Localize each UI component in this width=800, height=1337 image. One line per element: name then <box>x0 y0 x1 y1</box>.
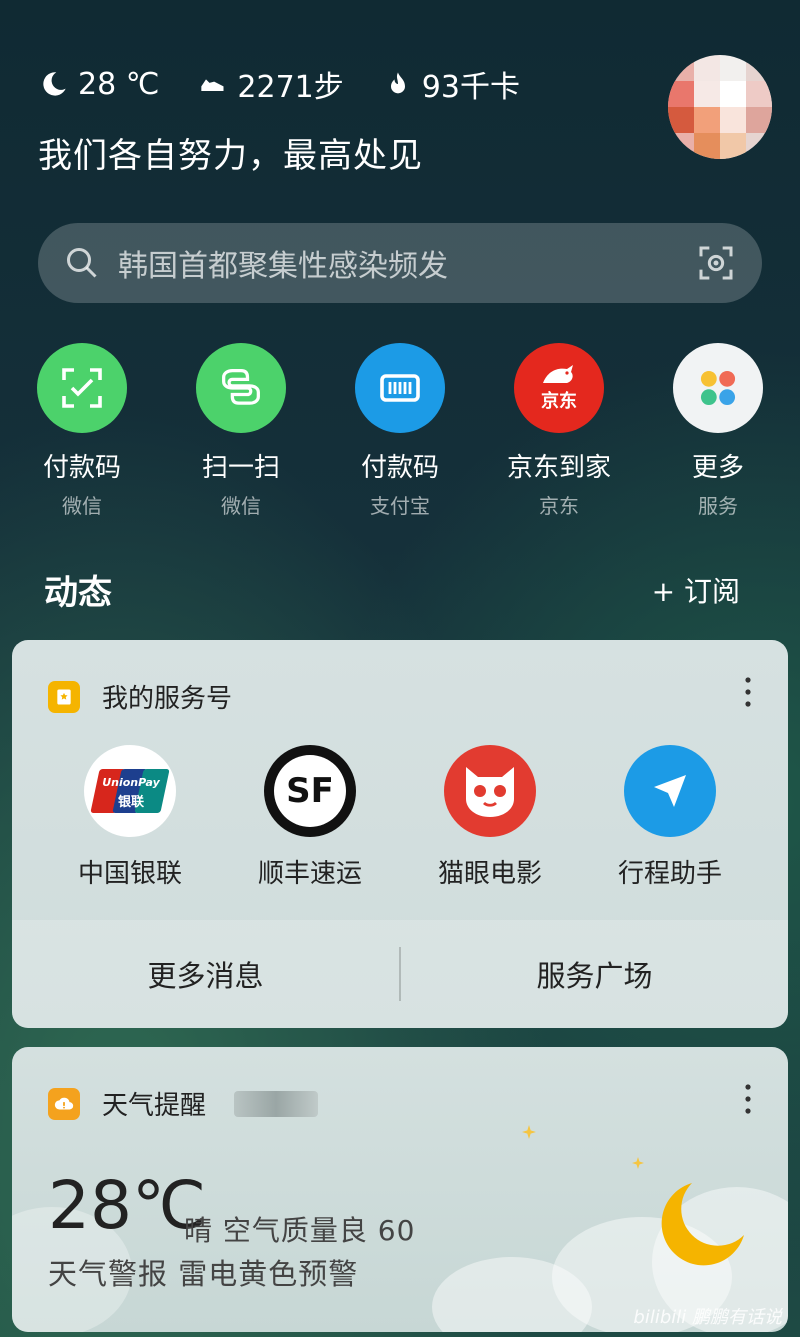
steps-stat[interactable]: 2271步 <box>199 62 344 106</box>
service-card-footer: 更多消息 服务广场 <box>12 920 788 1028</box>
unionpay-icon: UnionPay 银联 <box>84 745 176 837</box>
service-label: 中国银联 <box>77 859 182 889</box>
maoyan-icon <box>444 745 536 837</box>
moon-illustration-icon <box>661 1183 744 1266</box>
watermark: bilibili 鹏鹏有话说 <box>633 1307 782 1328</box>
jd-badge-text: 京东 <box>541 391 577 412</box>
quick-action-more[interactable]: 更多 服务 <box>638 343 798 519</box>
subscribe-button[interactable]: + 订阅 <box>652 570 740 610</box>
motto-text: 我们各自努力，最高处见 <box>38 136 423 176</box>
service-unionpay[interactable]: UnionPay 银联 中国银联 <box>40 745 220 890</box>
weather-card-header: 天气提醒 <box>48 1085 319 1122</box>
wechat-scan-icon <box>196 343 286 433</box>
shoe-icon <box>201 79 224 91</box>
service-plaza-button[interactable]: 服务广场 <box>401 953 788 995</box>
service-label: 顺丰速运 <box>257 859 362 889</box>
unionpay-logo-cn: 银联 <box>117 795 144 810</box>
weather-alert-icon <box>48 1087 80 1120</box>
search-placeholder: 韩国首都聚集性感染频发 <box>118 249 448 284</box>
weather-alert-text: 天气警报 雷电黄色预警 <box>48 1257 359 1291</box>
quick-action-label: 付款码 <box>360 453 439 483</box>
wechat-pay-code-icon <box>37 343 127 433</box>
quick-action-jd[interactable]: 京东 京东到家 京东 <box>479 343 639 519</box>
jd-icon: 京东 <box>514 343 604 433</box>
service-trip-assistant[interactable]: 行程助手 <box>580 745 760 890</box>
flame-icon <box>390 72 405 94</box>
calories-count: 93千卡 <box>421 70 520 105</box>
quick-action-wechat-scan[interactable]: 扫一扫 微信 <box>161 343 321 519</box>
quick-action-sub: 京东 <box>539 494 579 518</box>
star-icon <box>632 1157 644 1169</box>
quick-action-sub: 服务 <box>698 494 738 518</box>
quick-action-label: 京东到家 <box>506 453 611 483</box>
quick-action-sub: 微信 <box>62 494 102 518</box>
service-card: 我的服务号 UnionPay 银联 中国银联 SF 顺丰速运 猫眼电影 行程助手… <box>12 640 788 1028</box>
service-label: 猫眼电影 <box>437 859 542 889</box>
alipay-pay-code-icon <box>355 343 445 433</box>
search-bar[interactable]: 韩国首都聚集性感染频发 <box>38 223 762 303</box>
weather-card[interactable]: 天气提醒 28℃ 晴 空气质量良 60 天气警报 雷电黄色预警 <box>12 1047 788 1332</box>
service-card-header: 我的服务号 <box>48 678 232 715</box>
sf-express-icon: SF <box>264 745 356 837</box>
weather-stat[interactable]: 28 ℃ <box>40 67 159 102</box>
unionpay-logo-text: UnionPay <box>102 776 160 789</box>
scan-camera-icon[interactable] <box>696 243 736 283</box>
search-icon <box>67 248 97 278</box>
quick-action-label: 更多 <box>691 453 744 483</box>
weather-condition: 晴 空气质量良 60 <box>184 1214 416 1247</box>
more-options-icon[interactable] <box>738 1079 758 1119</box>
steps-count: 2271步 <box>237 70 344 105</box>
moon-icon <box>43 72 66 96</box>
service-account-icon <box>48 680 80 713</box>
service-card-title: 我的服务号 <box>102 684 233 714</box>
more-messages-button[interactable]: 更多消息 <box>12 953 399 995</box>
blurred-location <box>234 1090 319 1117</box>
calories-stat[interactable]: 93千卡 <box>384 62 520 106</box>
trip-assistant-icon <box>624 745 716 837</box>
quick-action-sub: 支付宝 <box>370 494 430 518</box>
more-options-icon[interactable] <box>738 672 758 712</box>
avatar[interactable] <box>668 55 772 159</box>
quick-action-wechat-pay[interactable]: 付款码 微信 <box>2 343 162 519</box>
feed-title: 动态 <box>44 573 112 613</box>
quick-action-label: 付款码 <box>42 453 121 483</box>
service-maoyan[interactable]: 猫眼电影 <box>400 745 580 890</box>
weather-card-title: 天气提醒 <box>102 1091 207 1121</box>
status-row: 28 ℃ 2271步 93千卡 <box>40 62 520 106</box>
weather-temp: 28 ℃ <box>78 66 160 102</box>
current-temperature: 28℃ <box>48 1167 207 1244</box>
service-sf-express[interactable]: SF 顺丰速运 <box>220 745 400 890</box>
quick-action-label: 扫一扫 <box>201 453 280 483</box>
quick-action-alipay-pay[interactable]: 付款码 支付宝 <box>320 343 480 519</box>
more-services-icon <box>673 343 763 433</box>
sf-logo-text: SF <box>286 771 334 811</box>
service-label: 行程助手 <box>617 859 722 889</box>
quick-action-sub: 微信 <box>221 494 261 518</box>
star-icon <box>522 1125 536 1139</box>
